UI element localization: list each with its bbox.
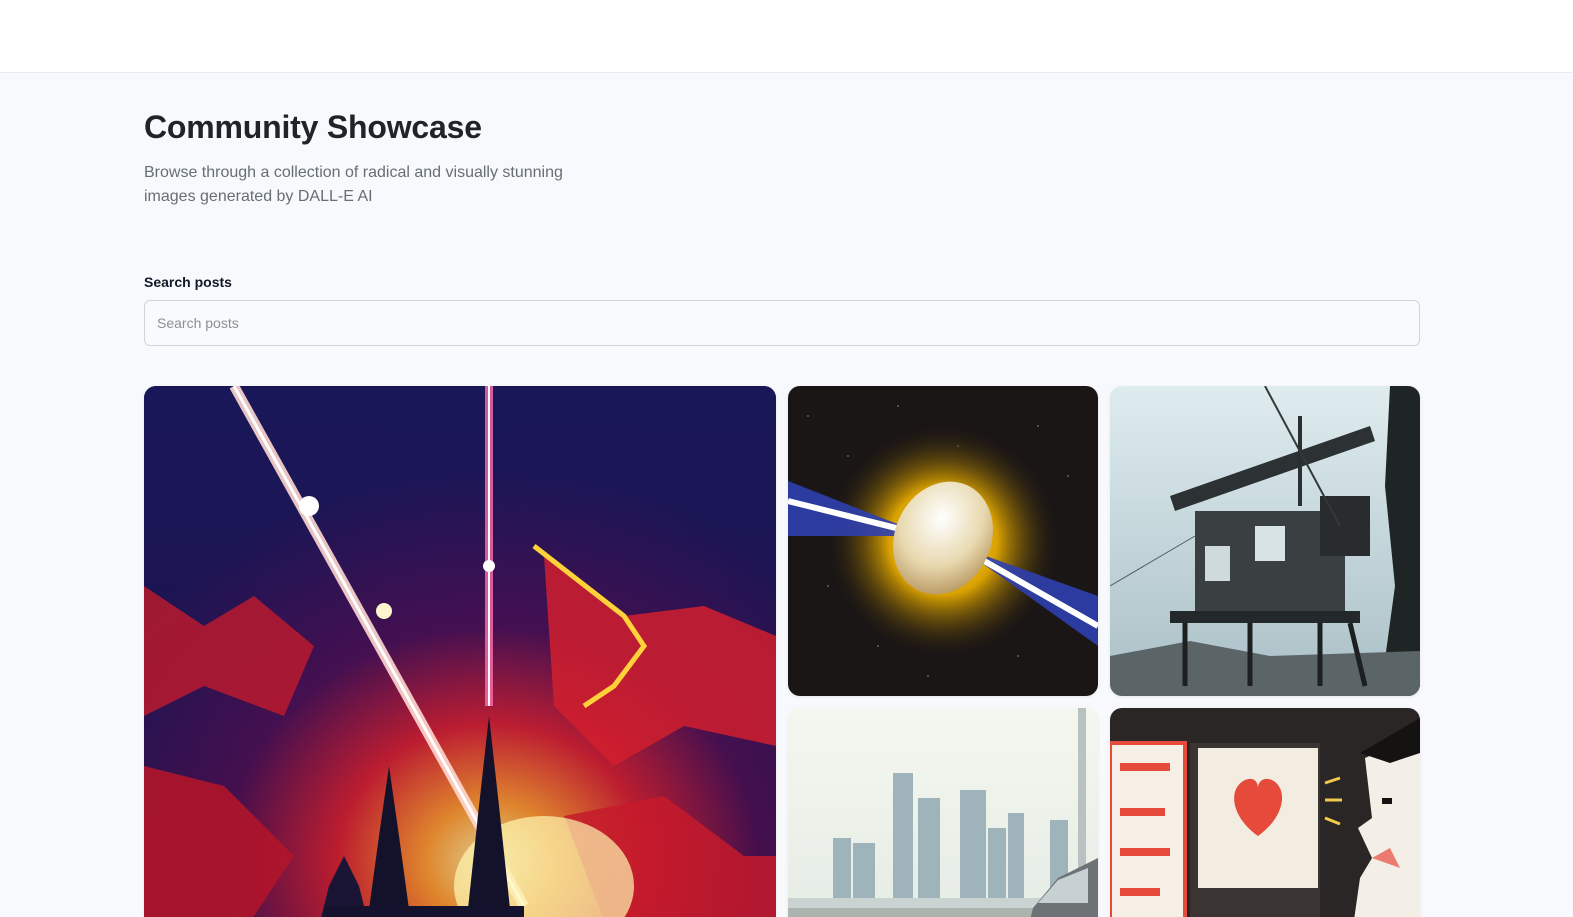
top-navbar — [0, 0, 1573, 73]
search-label: Search posts — [144, 274, 232, 290]
gallery-card[interactable] — [1110, 386, 1420, 696]
page-subtitle: Browse through a collection of radical a… — [144, 164, 563, 205]
search-input[interactable] — [144, 300, 1420, 346]
gallery-card[interactable] — [1110, 708, 1420, 917]
heart-screen-image — [1110, 708, 1420, 917]
asteroid-beam-image — [788, 386, 1098, 696]
gallery-card[interactable] — [788, 386, 1098, 696]
gallery-card[interactable] — [788, 708, 1098, 917]
page-title: Community Showcase — [144, 109, 482, 145]
gallery-card[interactable] — [144, 386, 776, 917]
cathedral-laser-image — [144, 386, 776, 917]
city-skyline-image — [788, 708, 1098, 917]
treehouse-image — [1110, 386, 1420, 696]
